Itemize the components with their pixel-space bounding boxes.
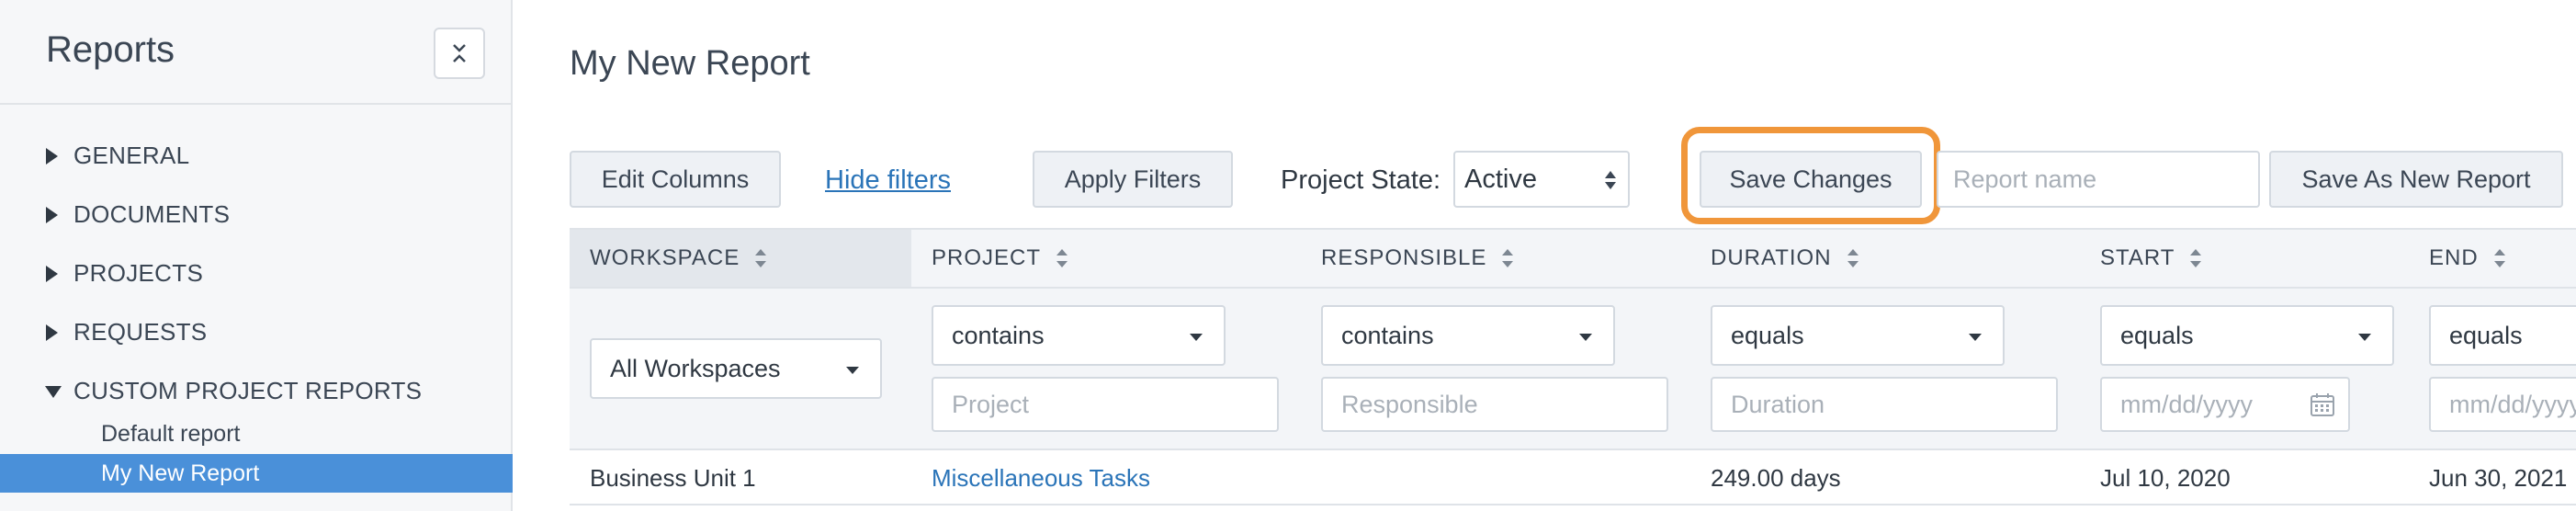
sidebar-section-projects[interactable]: PROJECTS [44, 259, 203, 288]
expand-triangle-icon [44, 206, 73, 224]
sidebar-title: Reports [46, 29, 175, 70]
project-operator-value: contains [952, 321, 1045, 349]
column-label: WORKSPACE [590, 245, 740, 270]
cell-duration: 249.00 days [1711, 463, 1841, 492]
responsible-operator-select[interactable]: contains [1321, 305, 1615, 366]
sort-icon [1502, 249, 1514, 267]
calendar-icon[interactable] [2310, 392, 2335, 417]
chevron-down-icon [1969, 334, 1982, 341]
column-header-end[interactable]: END [2409, 230, 2576, 287]
sidebar-section-label: PROJECTS [73, 259, 204, 287]
cell-workspace: Business Unit 1 [590, 463, 756, 492]
sidebar-section-label: CUSTOM PROJECT REPORTS [73, 377, 423, 404]
sidebar-section-label: GENERAL [73, 142, 190, 169]
project-filter-input[interactable]: Project [932, 377, 1279, 432]
duration-operator-select[interactable]: equals [1711, 305, 2005, 366]
sidebar-section-requests[interactable]: REQUESTS [44, 318, 207, 346]
end-operator-value: equals [2449, 321, 2523, 349]
column-label: DURATION [1711, 245, 1832, 270]
duration-filter-input[interactable]: Duration [1711, 377, 2058, 432]
project-operator-select[interactable]: contains [932, 305, 1226, 366]
page-title: My New Report [570, 44, 810, 83]
cell-end: Jun 30, 2021 [2429, 463, 2568, 492]
project-state-label: Project State: [1281, 165, 1441, 195]
expand-triangle-icon [44, 265, 73, 283]
table-header: WORKSPACE PROJECT RESPONSIBLE DURATION S… [570, 228, 2576, 289]
column-label: PROJECT [932, 245, 1042, 270]
column-label: RESPONSIBLE [1321, 245, 1487, 270]
start-operator-select[interactable]: equals [2100, 305, 2394, 366]
chevron-down-icon [1190, 334, 1203, 341]
sidebar-section-custom-project-reports[interactable]: CUSTOM PROJECT REPORTS [44, 377, 422, 405]
apply-filters-button[interactable]: Apply Filters [1033, 151, 1233, 208]
responsible-operator-value: contains [1341, 321, 1434, 349]
cell-project-link[interactable]: Miscellaneous Tasks [911, 450, 1150, 505]
workspace-filter-value: All Workspaces [610, 354, 781, 382]
end-operator-select[interactable]: equals [2429, 305, 2576, 366]
hide-filters-link[interactable]: Hide filters [825, 165, 951, 196]
save-as-new-report-button[interactable]: Save As New Report [2269, 151, 2563, 208]
sidebar-section-general[interactable]: GENERAL [44, 142, 189, 170]
table-row[interactable]: Business Unit 1 Miscellaneous Tasks 249.… [570, 450, 2576, 505]
filter-row: All Workspaces contains Project contains… [570, 289, 2576, 450]
sidebar: Reports GENERAL DOCUMENTS PROJECTS REQUE… [0, 0, 513, 511]
sort-icon [755, 249, 767, 267]
chevron-down-icon [2358, 334, 2371, 341]
main-content: My New Report Edit Columns Hide filters … [514, 0, 2576, 511]
report-name-input[interactable]: Report name [1937, 151, 2260, 208]
expand-triangle-icon [44, 324, 73, 342]
column-label: START [2100, 245, 2175, 270]
column-header-project[interactable]: PROJECT [911, 230, 1301, 287]
chevron-down-icon [1579, 334, 1592, 341]
column-header-workspace[interactable]: WORKSPACE [570, 230, 911, 287]
workspace-filter-select[interactable]: All Workspaces [590, 338, 882, 399]
end-date-input[interactable]: mm/dd/yyyy [2429, 377, 2576, 432]
column-header-responsible[interactable]: RESPONSIBLE [1301, 230, 1690, 287]
start-operator-value: equals [2120, 321, 2194, 349]
sidebar-divider [0, 103, 513, 105]
sidebar-item-default-report[interactable]: Default report [0, 414, 513, 453]
sort-icon [2190, 249, 2202, 267]
column-header-start[interactable]: START [2080, 230, 2409, 287]
project-state-select[interactable]: Active [1453, 151, 1630, 208]
project-state-value: Active [1464, 164, 1537, 194]
start-date-placeholder: mm/dd/yyyy [2120, 390, 2254, 418]
sort-icon [1847, 249, 1859, 267]
chevron-down-icon [846, 367, 859, 374]
sidebar-section-documents[interactable]: DOCUMENTS [44, 200, 230, 229]
edit-columns-button[interactable]: Edit Columns [570, 151, 781, 208]
cell-responsible [1301, 450, 1321, 505]
collapse-triangle-icon [44, 384, 73, 399]
cell-start: Jul 10, 2020 [2100, 463, 2231, 492]
responsible-filter-input[interactable]: Responsible [1321, 377, 1668, 432]
column-label: END [2429, 245, 2479, 270]
sort-icon [1056, 249, 1068, 267]
duration-operator-value: equals [1731, 321, 1804, 349]
select-arrows-icon [1605, 171, 1616, 189]
sidebar-section-label: DOCUMENTS [73, 200, 231, 228]
sidebar-section-label: REQUESTS [73, 318, 208, 346]
sort-icon [2493, 249, 2505, 267]
highlight-outline [1681, 127, 1940, 224]
collapse-icon [453, 44, 466, 62]
start-date-input[interactable]: mm/dd/yyyy [2100, 377, 2350, 432]
expand-triangle-icon [44, 147, 73, 165]
collapse-button[interactable] [434, 28, 485, 79]
sidebar-item-my-new-report[interactable]: My New Report [0, 454, 513, 493]
column-header-duration[interactable]: DURATION [1690, 230, 2080, 287]
